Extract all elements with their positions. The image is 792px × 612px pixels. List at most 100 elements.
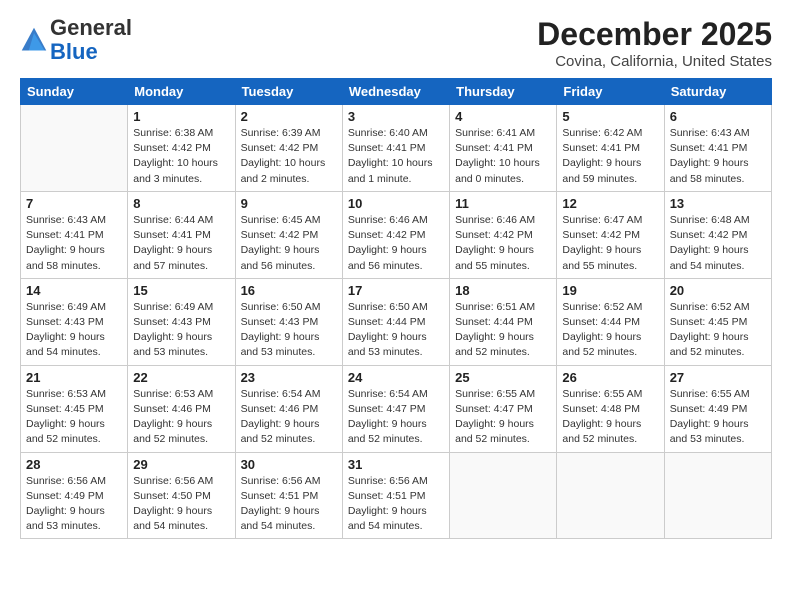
day-number: 31: [348, 457, 444, 472]
day-number: 6: [670, 109, 766, 124]
day-cell: 15Sunrise: 6:49 AMSunset: 4:43 PMDayligh…: [128, 278, 235, 365]
day-cell: 20Sunrise: 6:52 AMSunset: 4:45 PMDayligh…: [664, 278, 771, 365]
day-number: 21: [26, 370, 122, 385]
day-info: Sunrise: 6:38 AMSunset: 4:42 PMDaylight:…: [133, 126, 229, 187]
day-number: 23: [241, 370, 337, 385]
day-cell: 14 Sunrise: 6:49 AMSunset: 4:43 PMDayligh…: [21, 278, 128, 365]
title-block: December 2025 Covina, California, United…: [537, 16, 772, 70]
day-cell: 17 Sunrise: 6:50 AMSunset: 4:44 PMDayligh…: [342, 278, 449, 365]
day-number: 26: [562, 370, 658, 385]
day-info: Sunrise: 6:49 AMSunset: 4:43 PMDaylight:…: [26, 300, 122, 361]
day-cell: 18 Sunrise: 6:51 AMSunset: 4:44 PMDayligh…: [450, 278, 557, 365]
day-cell: 29 Sunrise: 6:56 AMSunset: 4:50 PMDayligh…: [128, 452, 235, 539]
month-title: December 2025: [537, 16, 772, 53]
day-info: Sunrise: 6:40 AMSunset: 4:41 PMDaylight:…: [348, 126, 444, 187]
logo-general: General: [50, 15, 132, 40]
day-number: 19: [562, 283, 658, 298]
day-number: 18: [455, 283, 551, 298]
weekday-header-row: SundayMondayTuesdayWednesdayThursdayFrid…: [21, 79, 772, 105]
day-info: Sunrise: 6:43 AMSunset: 4:41 PMDaylight:…: [670, 126, 766, 187]
day-info: Sunrise: 6:55 AMSunset: 4:48 PMDaylight:…: [562, 387, 658, 448]
day-info: Sunrise: 6:56 AMSunset: 4:50 PMDaylight:…: [133, 474, 229, 535]
day-cell: 19 Sunrise: 6:52 AMSunset: 4:44 PMDayligh…: [557, 278, 664, 365]
day-info: Sunrise: 6:56 AMSunset: 4:49 PMDaylight:…: [26, 474, 122, 535]
day-info: Sunrise: 6:54 AMSunset: 4:47 PMDaylight:…: [348, 387, 444, 448]
day-cell: 8 Sunrise: 6:44 AMSunset: 4:41 PMDaylight…: [128, 191, 235, 278]
day-info: Sunrise: 6:46 AMSunset: 4:42 PMDaylight:…: [455, 213, 551, 274]
day-number: 9: [241, 196, 337, 211]
day-cell: [21, 105, 128, 192]
day-info: Sunrise: 6:55 AMSunset: 4:47 PMDaylight:…: [455, 387, 551, 448]
day-cell: 23Sunrise: 6:54 AMSunset: 4:46 PMDayligh…: [235, 365, 342, 452]
day-cell: 12 Sunrise: 6:47 AMSunset: 4:42 PMDayligh…: [557, 191, 664, 278]
day-cell: 3Sunrise: 6:40 AMSunset: 4:41 PMDaylight…: [342, 105, 449, 192]
day-info: Sunrise: 6:51 AMSunset: 4:44 PMDaylight:…: [455, 300, 551, 361]
day-info: Sunrise: 6:43 AMSunset: 4:41 PMDaylight:…: [26, 213, 122, 274]
week-row-3: 21 Sunrise: 6:53 AMSunset: 4:45 PMDayligh…: [21, 365, 772, 452]
location: Covina, California, United States: [537, 53, 772, 70]
day-info: Sunrise: 6:50 AMSunset: 4:43 PMDaylight:…: [241, 300, 337, 361]
day-info: Sunrise: 6:56 AMSunset: 4:51 PMDaylight:…: [348, 474, 444, 535]
calendar: SundayMondayTuesdayWednesdayThursdayFrid…: [20, 78, 772, 539]
day-info: Sunrise: 6:45 AMSunset: 4:42 PMDaylight:…: [241, 213, 337, 274]
day-cell: 31 Sunrise: 6:56 AMSunset: 4:51 PMDayligh…: [342, 452, 449, 539]
weekday-header-saturday: Saturday: [664, 79, 771, 105]
day-info: Sunrise: 6:53 AMSunset: 4:45 PMDaylight:…: [26, 387, 122, 448]
day-number: 22: [133, 370, 229, 385]
weekday-header-monday: Monday: [128, 79, 235, 105]
day-cell: 22Sunrise: 6:53 AMSunset: 4:46 PMDayligh…: [128, 365, 235, 452]
logo: General Blue: [20, 16, 132, 64]
day-number: 10: [348, 196, 444, 211]
day-number: 8: [133, 196, 229, 211]
day-number: 5: [562, 109, 658, 124]
day-number: 29: [133, 457, 229, 472]
day-cell: 5 Sunrise: 6:42 AMSunset: 4:41 PMDaylight…: [557, 105, 664, 192]
day-number: 12: [562, 196, 658, 211]
day-number: 7: [26, 196, 122, 211]
day-info: Sunrise: 6:41 AMSunset: 4:41 PMDaylight:…: [455, 126, 551, 187]
logo-text: General Blue: [50, 16, 132, 64]
day-cell: 13Sunrise: 6:48 AMSunset: 4:42 PMDayligh…: [664, 191, 771, 278]
day-cell: 9 Sunrise: 6:45 AMSunset: 4:42 PMDaylight…: [235, 191, 342, 278]
day-info: Sunrise: 6:44 AMSunset: 4:41 PMDaylight:…: [133, 213, 229, 274]
day-cell: 2 Sunrise: 6:39 AMSunset: 4:42 PMDaylight…: [235, 105, 342, 192]
day-number: 25: [455, 370, 551, 385]
day-cell: 16Sunrise: 6:50 AMSunset: 4:43 PMDayligh…: [235, 278, 342, 365]
page: General Blue December 2025 Covina, Calif…: [0, 0, 792, 612]
day-info: Sunrise: 6:46 AMSunset: 4:42 PMDaylight:…: [348, 213, 444, 274]
week-row-4: 28 Sunrise: 6:56 AMSunset: 4:49 PMDayligh…: [21, 452, 772, 539]
week-row-2: 14 Sunrise: 6:49 AMSunset: 4:43 PMDayligh…: [21, 278, 772, 365]
day-number: 1: [133, 109, 229, 124]
day-cell: 4 Sunrise: 6:41 AMSunset: 4:41 PMDaylight…: [450, 105, 557, 192]
day-cell: 21 Sunrise: 6:53 AMSunset: 4:45 PMDayligh…: [21, 365, 128, 452]
day-number: 17: [348, 283, 444, 298]
day-info: Sunrise: 6:52 AMSunset: 4:44 PMDaylight:…: [562, 300, 658, 361]
day-cell: 24 Sunrise: 6:54 AMSunset: 4:47 PMDayligh…: [342, 365, 449, 452]
day-number: 27: [670, 370, 766, 385]
week-row-1: 7 Sunrise: 6:43 AMSunset: 4:41 PMDaylight…: [21, 191, 772, 278]
day-info: Sunrise: 6:42 AMSunset: 4:41 PMDaylight:…: [562, 126, 658, 187]
day-info: Sunrise: 6:50 AMSunset: 4:44 PMDaylight:…: [348, 300, 444, 361]
day-cell: 10 Sunrise: 6:46 AMSunset: 4:42 PMDayligh…: [342, 191, 449, 278]
day-info: Sunrise: 6:39 AMSunset: 4:42 PMDaylight:…: [241, 126, 337, 187]
day-number: 4: [455, 109, 551, 124]
day-cell: 6 Sunrise: 6:43 AMSunset: 4:41 PMDaylight…: [664, 105, 771, 192]
day-number: 28: [26, 457, 122, 472]
day-number: 2: [241, 109, 337, 124]
day-info: Sunrise: 6:48 AMSunset: 4:42 PMDaylight:…: [670, 213, 766, 274]
day-cell: 1 Sunrise: 6:38 AMSunset: 4:42 PMDaylight…: [128, 105, 235, 192]
day-cell: [557, 452, 664, 539]
day-info: Sunrise: 6:56 AMSunset: 4:51 PMDaylight:…: [241, 474, 337, 535]
day-number: 11: [455, 196, 551, 211]
weekday-header-friday: Friday: [557, 79, 664, 105]
weekday-header-thursday: Thursday: [450, 79, 557, 105]
week-row-0: 1 Sunrise: 6:38 AMSunset: 4:42 PMDaylight…: [21, 105, 772, 192]
weekday-header-wednesday: Wednesday: [342, 79, 449, 105]
day-cell: 26 Sunrise: 6:55 AMSunset: 4:48 PMDayligh…: [557, 365, 664, 452]
day-info: Sunrise: 6:47 AMSunset: 4:42 PMDaylight:…: [562, 213, 658, 274]
day-cell: 30Sunrise: 6:56 AMSunset: 4:51 PMDayligh…: [235, 452, 342, 539]
day-number: 20: [670, 283, 766, 298]
day-number: 24: [348, 370, 444, 385]
day-cell: 27Sunrise: 6:55 AMSunset: 4:49 PMDayligh…: [664, 365, 771, 452]
day-number: 14: [26, 283, 122, 298]
